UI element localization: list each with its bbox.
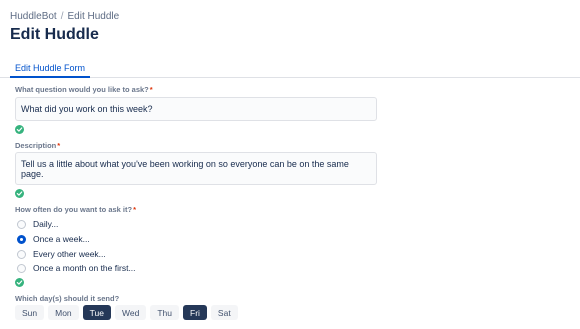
radio-label: Once a week... — [33, 234, 90, 244]
breadcrumb-current: Edit Huddle — [67, 11, 120, 22]
radio-button[interactable] — [17, 249, 26, 259]
radio-option-monthly[interactable]: Once a month on the first... — [17, 262, 136, 274]
description-textarea[interactable]: Tell us a little about what you've been … — [15, 152, 377, 185]
description-label-text: Description — [15, 141, 57, 150]
day-button-fri[interactable]: Fri — [183, 305, 207, 320]
day-button-sun[interactable]: Sun — [15, 305, 45, 320]
question-input[interactable]: What did you work on this week? — [15, 97, 377, 121]
required-marker: * — [149, 85, 153, 94]
radio-button-selected[interactable] — [17, 234, 26, 244]
radio-button[interactable] — [17, 219, 26, 229]
radio-option-weekly[interactable]: Once a week... — [17, 233, 90, 245]
radio-label: Daily... — [33, 219, 59, 229]
check-circle-icon — [15, 189, 24, 198]
day-button-wed[interactable]: Wed — [115, 305, 147, 320]
day-button-thu[interactable]: Thu — [150, 305, 179, 320]
question-label: What question would you like to ask?* — [15, 85, 153, 94]
radio-option-daily[interactable]: Daily... — [17, 218, 58, 230]
frequency-label-text: How often do you want to ask it? — [15, 205, 133, 214]
radio-label: Every other week... — [33, 249, 106, 259]
question-label-text: What question would you like to ask? — [15, 85, 149, 94]
day-button-tue[interactable]: Tue — [82, 305, 112, 320]
day-selector: Sun Mon Tue Wed Thu Fri Sat — [15, 305, 238, 320]
required-marker: * — [57, 141, 61, 150]
description-label: Description* — [15, 141, 60, 150]
breadcrumb-root-link[interactable]: HuddleBot — [10, 11, 57, 22]
page-title: Edit Huddle — [10, 26, 99, 43]
tab-bar: Edit Huddle Form — [0, 60, 580, 78]
radio-option-every-other-week[interactable]: Every other week... — [17, 248, 106, 260]
breadcrumb: HuddleBot / Edit Huddle — [10, 11, 119, 22]
breadcrumb-separator: / — [60, 11, 64, 22]
check-circle-icon — [15, 278, 24, 287]
days-label: Which day(s) should it send? — [15, 294, 120, 303]
tab-edit-huddle-form[interactable]: Edit Huddle Form — [10, 62, 91, 78]
day-button-sat[interactable]: Sat — [210, 305, 238, 320]
check-circle-icon — [15, 125, 24, 134]
radio-button[interactable] — [17, 263, 26, 273]
radio-label: Once a month on the first... — [33, 263, 136, 273]
day-button-mon[interactable]: Mon — [48, 305, 79, 320]
required-marker: * — [133, 205, 137, 214]
frequency-label: How often do you want to ask it?* — [15, 205, 136, 214]
